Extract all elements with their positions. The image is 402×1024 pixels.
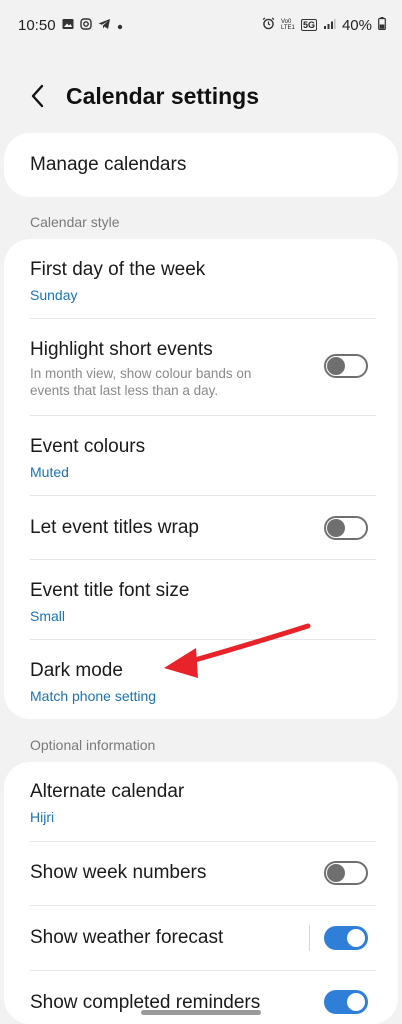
wrap-titles-toggle[interactable] xyxy=(324,516,368,540)
back-chevron-icon xyxy=(30,84,46,113)
alarm-icon xyxy=(262,16,275,34)
toggle-knob xyxy=(347,993,365,1011)
volte-icon: Vo0 LTE1 xyxy=(280,19,295,31)
alternate-calendar-item[interactable]: Alternate calendar Hijri xyxy=(4,780,398,826)
toggle-knob xyxy=(327,864,345,882)
divider xyxy=(30,970,376,971)
first-day-value: Sunday xyxy=(30,287,78,303)
first-day-item[interactable]: First day of the week Sunday xyxy=(4,258,398,304)
highlight-short-events-title: Highlight short events xyxy=(30,339,213,360)
font-size-item[interactable]: Event title font size Small xyxy=(4,579,398,625)
divider xyxy=(30,318,376,319)
dark-mode-value: Match phone setting xyxy=(30,688,157,704)
event-colours-item[interactable]: Event colours Muted xyxy=(4,435,398,481)
first-day-title: First day of the week xyxy=(30,259,206,280)
completed-reminders-toggle[interactable] xyxy=(324,990,368,1014)
week-numbers-title: Show week numbers xyxy=(30,862,207,883)
status-time: 10:50 xyxy=(18,16,56,34)
font-size-value: Small xyxy=(30,608,66,624)
divider xyxy=(30,559,376,560)
toggle-knob xyxy=(347,929,365,947)
calendar-style-card: First day of the week Sunday Highlight s… xyxy=(4,239,398,719)
alternate-calendar-title: Alternate calendar xyxy=(30,781,185,802)
weather-forecast-toggle[interactable] xyxy=(324,926,368,950)
optional-information-card: Alternate calendar Hijri Show week numbe… xyxy=(4,762,398,1024)
weather-forecast-title: Show weather forecast xyxy=(30,927,224,948)
divider xyxy=(30,905,376,906)
gallery-icon xyxy=(62,17,74,34)
manage-calendars-label: Manage calendars xyxy=(30,154,187,175)
divider xyxy=(30,841,376,842)
gesture-nav-bar[interactable] xyxy=(141,1010,261,1015)
status-left: 10:50 xyxy=(18,17,123,34)
divider xyxy=(30,415,376,416)
font-size-title: Event title font size xyxy=(30,580,190,601)
highlight-short-events-description: In month view, show colour bands on even… xyxy=(30,366,252,398)
battery-percent: 40% xyxy=(341,16,372,34)
section-label-optional-information: Optional information xyxy=(30,737,156,753)
week-numbers-toggle[interactable] xyxy=(324,861,368,885)
manage-calendars-card: Manage calendars xyxy=(4,133,398,197)
telegram-icon xyxy=(98,17,111,34)
back-button[interactable] xyxy=(22,82,54,114)
status-right: Vo0 LTE1 5G 40% xyxy=(262,16,386,34)
event-colours-value: Muted xyxy=(30,464,69,480)
manage-calendars-item[interactable]: Manage calendars xyxy=(4,153,398,177)
status-bar: 10:50 Vo0 LTE1 5G 40% xyxy=(0,0,402,50)
page-title: Calendar settings xyxy=(66,83,259,109)
alternate-calendar-value: Hijri xyxy=(30,809,55,825)
divider xyxy=(30,639,376,640)
instagram-icon xyxy=(79,17,92,34)
toggle-knob xyxy=(327,357,345,375)
signal-icon xyxy=(323,17,336,34)
toggle-knob xyxy=(327,519,345,537)
divider xyxy=(30,495,376,496)
battery-icon xyxy=(378,16,386,34)
section-label-calendar-style: Calendar style xyxy=(30,214,120,230)
highlight-short-events-toggle[interactable] xyxy=(324,354,368,378)
dark-mode-item[interactable]: Dark mode Match phone setting xyxy=(4,659,398,705)
dot-icon xyxy=(117,17,123,34)
event-colours-title: Event colours xyxy=(30,436,146,457)
dark-mode-title: Dark mode xyxy=(30,660,123,681)
wrap-titles-title: Let event titles wrap xyxy=(30,517,199,538)
app-header: Calendar settings xyxy=(0,70,402,126)
vertical-separator xyxy=(309,925,310,951)
5g-icon: 5G xyxy=(300,19,317,31)
